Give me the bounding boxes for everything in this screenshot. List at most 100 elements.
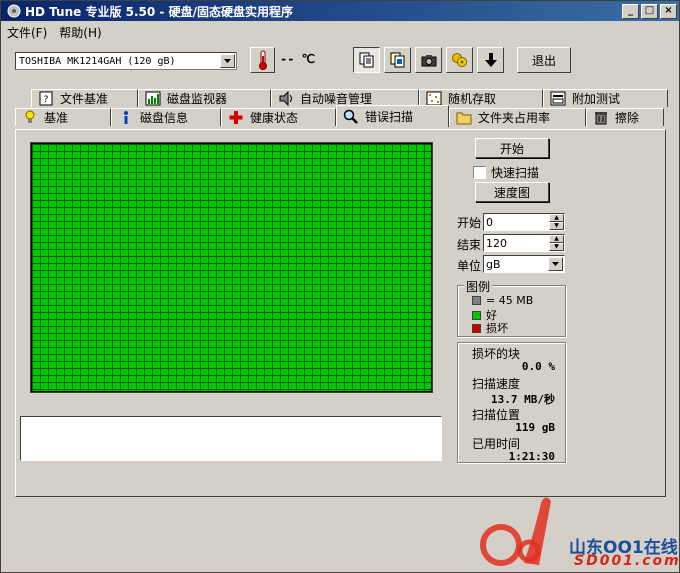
end-spin-value: 120 (486, 236, 507, 250)
drive-select[interactable]: TOSHIBA MK1214GAH (120 gB) (15, 52, 237, 70)
tab-label: 随机存取 (448, 92, 497, 106)
copy-screen-icon (390, 52, 404, 68)
quick-scan-option[interactable]: 快速扫描 (473, 164, 539, 181)
extra-tests-icon (550, 91, 566, 106)
benchmark-icon (25, 110, 35, 123)
legend-block-size-text: = 45 MB (486, 294, 534, 307)
end-spin-input[interactable]: 120 ▲ ▼ (483, 234, 565, 252)
start-spin-value: 0 (486, 215, 493, 229)
unit-dropdown-arrow[interactable] (548, 257, 563, 271)
legend-bad-text: 损坏 (486, 322, 508, 335)
copy-text-button[interactable] (353, 47, 380, 73)
damaged-blocks-value: 0.0 % (521, 360, 555, 373)
tab-label: 磁盘信息 (140, 111, 189, 125)
scan-log-box (20, 416, 442, 461)
camera-icon (421, 55, 436, 67)
thermometer-icon (258, 50, 267, 70)
temperature-readout: -- ℃ (280, 52, 316, 66)
unit-select[interactable]: gB (483, 255, 565, 273)
watermark-swirl-icon (480, 497, 551, 566)
tab-disk-info[interactable]: 磁盘信息 (111, 108, 221, 126)
scan-position-label: 扫描位置 (472, 408, 521, 422)
drive-dropdown-arrow[interactable] (220, 54, 235, 68)
tab-disk-monitor[interactable]: 磁盘监视器 (138, 89, 271, 107)
quick-scan-checkbox[interactable] (473, 166, 486, 179)
tab-extra-tests[interactable]: 附加测试 (543, 89, 668, 107)
speed-map-button[interactable]: 速度图 (475, 182, 549, 202)
maximize-button[interactable]: □ (641, 3, 658, 19)
tab-health[interactable]: 健康状态 (221, 108, 336, 126)
temperature-button[interactable] (250, 47, 275, 73)
tab-folder-usage[interactable]: 文件夹占用率 (449, 108, 586, 126)
tab-label: 文件基准 (60, 92, 109, 106)
trash-icon (595, 112, 607, 125)
toolbar: TOSHIBA MK1214GAH (120 gB) -- ℃ 退出 (1, 43, 679, 77)
arrow-down-icon (484, 53, 497, 67)
tab-label: 附加测试 (572, 92, 621, 106)
screenshot-button[interactable] (415, 47, 442, 73)
minimize-button[interactable]: _ (622, 3, 639, 19)
end-field-label: 结束 (457, 238, 482, 252)
start-spin-buttons[interactable]: ▲ ▼ (549, 214, 564, 230)
legend-good-swatch (472, 310, 481, 320)
folder-icon (456, 112, 472, 125)
legend-block-swatch (472, 296, 481, 305)
tab-error-scan[interactable]: 错误扫描 (336, 105, 449, 127)
start-spin-input[interactable]: 0 ▲ ▼ (483, 213, 565, 231)
tab-file-benchmark[interactable]: ? 文件基准 (31, 89, 138, 107)
scan-block-map (30, 142, 433, 393)
unit-field-label: 单位 (457, 259, 482, 273)
tab-benchmark[interactable]: 基准 (15, 108, 111, 126)
legend-block-size: = 45 MB (472, 294, 533, 307)
legend-group: 图例 = 45 MB 好 损坏 (457, 278, 566, 337)
spin-down-icon[interactable]: ▼ (549, 222, 564, 230)
spin-up-icon[interactable]: ▲ (549, 235, 564, 243)
legend-title: 图例 (464, 278, 493, 295)
health-cross-icon (229, 111, 243, 124)
watermark-logo: 山东OO1在线 SD001.com (479, 493, 679, 573)
speaker-icon (279, 91, 292, 106)
damaged-blocks-label: 损坏的块 (472, 347, 521, 361)
svg-text:?: ? (44, 95, 49, 105)
hdtune-app-icon (7, 4, 21, 18)
hdtune-window: HD Tune 专业版 5.50 - 硬盘/固态硬盘实用程序 _ □ × 文件(… (0, 0, 680, 573)
end-spin-buttons[interactable]: ▲ ▼ (549, 235, 564, 251)
copy-text-icon (359, 52, 373, 68)
save-button[interactable] (477, 47, 504, 73)
chevron-down-icon (224, 59, 231, 63)
chevron-down-icon (552, 262, 559, 266)
tab-label: 错误扫描 (365, 110, 414, 124)
exit-button[interactable]: 退出 (517, 47, 571, 73)
tab-label: 文件夹占用率 (478, 111, 551, 125)
drive-select-value: TOSHIBA MK1214GAH (120 gB) (19, 55, 176, 67)
stats-group: 损坏的块 0.0 % 扫描速度 13.7 MB/秒 扫描位置 119 gB 已用… (457, 342, 566, 463)
spin-down-icon[interactable]: ▼ (549, 243, 564, 251)
tab-erase[interactable]: 擦除 (586, 108, 664, 126)
tab-label: 健康状态 (250, 111, 299, 125)
legend-bad-swatch (472, 323, 481, 333)
start-scan-label: 开始 (499, 141, 524, 156)
copy-screen-button[interactable] (384, 47, 411, 73)
start-scan-button[interactable]: 开始 (475, 138, 549, 158)
file-benchmark-icon: ? (39, 91, 53, 106)
quick-scan-label: 快速扫描 (491, 166, 540, 180)
tab-label: 基准 (44, 111, 69, 125)
speed-map-label: 速度图 (493, 185, 530, 200)
scan-speed-value: 13.7 MB/秒 (491, 393, 555, 406)
menu-help[interactable]: 帮助(H) (53, 24, 107, 41)
tab-label: 擦除 (615, 111, 640, 125)
title-bar[interactable]: HD Tune 专业版 5.50 - 硬盘/固态硬盘实用程序 _ □ × (1, 1, 679, 21)
tab-label: 磁盘监视器 (167, 92, 228, 106)
magnifier-icon (343, 109, 358, 124)
menu-bar: 文件(F) 帮助(H) (1, 22, 679, 42)
menu-file[interactable]: 文件(F) (1, 24, 53, 41)
disk-monitor-icon (145, 91, 161, 106)
unit-select-value: gB (486, 257, 501, 271)
window-title: HD Tune 专业版 5.50 - 硬盘/固态硬盘实用程序 (25, 4, 293, 19)
spin-up-icon[interactable]: ▲ (549, 214, 564, 222)
start-field-label: 开始 (457, 216, 482, 230)
random-access-icon (426, 91, 442, 106)
options-button[interactable] (446, 47, 473, 73)
close-button[interactable]: × (660, 3, 677, 19)
tabs-bottom-row: 基准 磁盘信息 健康状态 错误扫描 文件夹占用率 擦除 (15, 105, 664, 127)
